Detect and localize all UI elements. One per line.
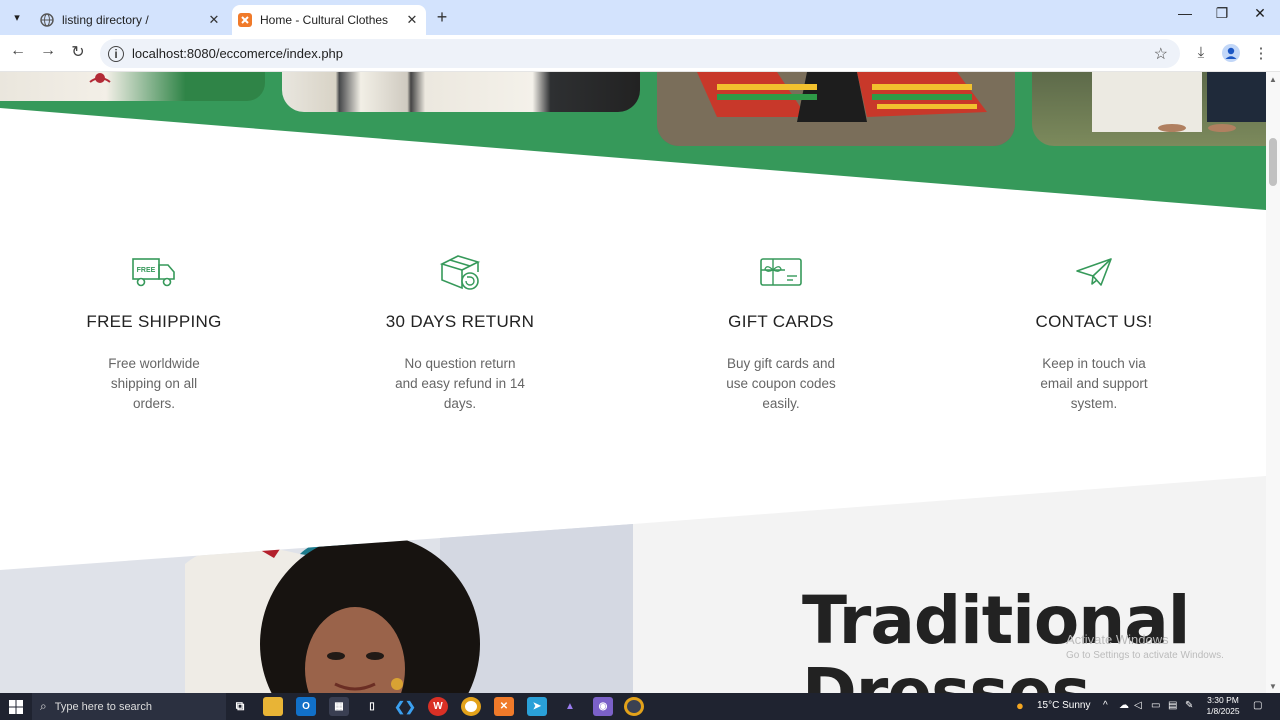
chrome-icon[interactable] xyxy=(461,697,481,716)
reload-icon[interactable]: ↻ xyxy=(67,42,89,62)
activate-windows-watermark: Activate Windows Go to Settings to activ… xyxy=(1066,632,1224,661)
free-shipping-truck-icon: FREE xyxy=(24,252,284,292)
tab-listing-directory[interactable]: listing directory / ✕ xyxy=(32,5,228,35)
tab-title: Home - Cultural Clothes xyxy=(260,13,389,27)
paper-plane-icon xyxy=(964,252,1224,292)
watermark-title: Activate Windows xyxy=(1066,632,1169,647)
feature-free-shipping: FREE FREE SHIPPING Free worldwide shippi… xyxy=(24,252,284,414)
bookmark-star-icon[interactable]: ☆ xyxy=(1154,44,1168,64)
feature-title: GIFT CARDS xyxy=(728,312,834,331)
feature-text: Keep in touch via email and support syst… xyxy=(1040,356,1148,411)
watermark-subtitle: Go to Settings to activate Windows. xyxy=(1066,650,1224,661)
svg-text:FREE: FREE xyxy=(137,267,156,274)
browser-tab-bar: ▾ listing directory / ✕ Home - Cultural … xyxy=(0,0,1280,35)
system-clock[interactable]: 3:30 PM 1/8/2025 xyxy=(1200,695,1246,717)
telegram-icon[interactable]: ➤ xyxy=(527,697,547,716)
more-menu-icon[interactable]: ⋮ xyxy=(1251,44,1271,62)
minimize-icon[interactable]: — xyxy=(1172,5,1198,21)
windows-start-icon[interactable] xyxy=(8,699,24,715)
photos-icon[interactable]: ▲ xyxy=(560,697,580,716)
scroll-down-arrow-icon[interactable]: ▼ xyxy=(1269,682,1277,691)
hero-photo xyxy=(0,524,633,693)
download-icon[interactable]: ⤓ xyxy=(1191,44,1211,61)
close-window-icon[interactable]: ✕ xyxy=(1247,5,1273,22)
search-icon: ⌕ xyxy=(40,699,47,713)
task-view-icon[interactable]: ⧉ xyxy=(230,697,250,716)
tab-title: listing directory / xyxy=(62,13,149,27)
hero-title-line-2: Dresses xyxy=(802,654,1091,694)
wps-office-icon[interactable]: W xyxy=(428,697,448,716)
browser-toolbar: ← → ↻ i localhost:8080/eccomerce/index.p… xyxy=(0,35,1280,72)
volume-icon[interactable]: ◁ xyxy=(1134,700,1142,711)
file-explorer-icon[interactable] xyxy=(263,697,283,716)
scroll-up-arrow-icon[interactable]: ▲ xyxy=(1269,75,1277,84)
feature-30-days-return: 30 DAYS RETURN No question return and ea… xyxy=(330,252,590,414)
back-arrow-icon[interactable]: ← xyxy=(7,42,29,60)
pen-icon[interactable]: ✎ xyxy=(1185,700,1193,711)
battery-icon[interactable]: ▭ xyxy=(1151,700,1160,711)
page-viewport: FREE FREE SHIPPING Free worldwide shippi… xyxy=(0,72,1266,693)
outlook-icon[interactable]: O xyxy=(296,697,316,716)
close-tab-icon[interactable]: ✕ xyxy=(204,12,224,28)
scrollbar-thumb[interactable] xyxy=(1269,138,1277,186)
display-icon[interactable]: ▤ xyxy=(1168,700,1177,711)
microsoft-store-icon[interactable]: ▦ xyxy=(329,697,349,716)
vertical-scrollbar[interactable]: ▲ ▼ xyxy=(1266,72,1280,693)
notepad-icon[interactable]: ▯ xyxy=(362,697,382,716)
network-icon[interactable]: ☁ xyxy=(1119,700,1129,711)
product-photo-2[interactable] xyxy=(282,72,640,112)
windows-taskbar: ⌕ Type here to search ⧉ O ▦ ▯ ❮❯ W ✕ ➤ ▲… xyxy=(0,693,1280,720)
address-bar[interactable]: i localhost:8080/eccomerce/index.php ☆ xyxy=(100,39,1180,68)
weather-text[interactable]: 15°C Sunny xyxy=(1037,700,1090,711)
xampp-favicon-icon xyxy=(238,13,252,27)
url-text: localhost:8080/eccomerce/index.php xyxy=(132,46,344,61)
clock-date: 1/8/2025 xyxy=(1206,706,1240,716)
tab-search-chevron-icon[interactable]: ▾ xyxy=(6,6,28,28)
return-box-icon xyxy=(330,252,590,292)
feature-gift-cards: GIFT CARDS Buy gift cards and use coupon… xyxy=(651,252,911,414)
product-photo-4[interactable] xyxy=(1032,72,1266,146)
product-photo-3[interactable] xyxy=(657,72,1015,146)
new-tab-plus-icon[interactable]: + xyxy=(432,7,452,28)
tray-chevron-up-icon[interactable]: ^ xyxy=(1103,700,1108,711)
vscode-icon[interactable]: ❮❯ xyxy=(394,697,416,716)
feature-contact-us: CONTACT US! Keep in touch via email and … xyxy=(964,252,1224,414)
globe-icon xyxy=(40,13,54,27)
taskbar-search-box[interactable]: ⌕ Type here to search xyxy=(32,693,226,720)
forward-arrow-icon[interactable]: → xyxy=(37,42,59,60)
feature-title: CONTACT US! xyxy=(1035,312,1153,331)
feature-text: No question return and easy refund in 14… xyxy=(395,356,525,411)
search-placeholder: Type here to search xyxy=(54,700,152,713)
feature-title: FREE SHIPPING xyxy=(86,312,222,331)
close-tab-icon[interactable]: ✕ xyxy=(402,12,422,28)
xampp-icon[interactable]: ✕ xyxy=(494,697,514,716)
gift-card-icon xyxy=(651,252,911,292)
feature-text: Buy gift cards and use coupon codes easi… xyxy=(726,356,836,411)
feature-text: Free worldwide shipping on all orders. xyxy=(108,356,200,411)
app-icon[interactable]: ◉ xyxy=(593,697,613,716)
profile-avatar-icon[interactable] xyxy=(1221,44,1241,66)
feature-title: 30 DAYS RETURN xyxy=(385,312,535,331)
restore-icon[interactable]: ❐ xyxy=(1209,5,1235,22)
notification-icon[interactable]: ▢ xyxy=(1253,700,1262,711)
clock-time: 3:30 PM xyxy=(1207,695,1239,705)
site-info-icon[interactable]: i xyxy=(108,45,124,62)
tab-home-cultural-clothes[interactable]: Home - Cultural Clothes ✕ xyxy=(232,5,426,35)
chrome-active-icon[interactable] xyxy=(624,697,644,716)
weather-sun-icon: ● xyxy=(1016,698,1024,713)
product-photo-1[interactable] xyxy=(0,72,265,101)
